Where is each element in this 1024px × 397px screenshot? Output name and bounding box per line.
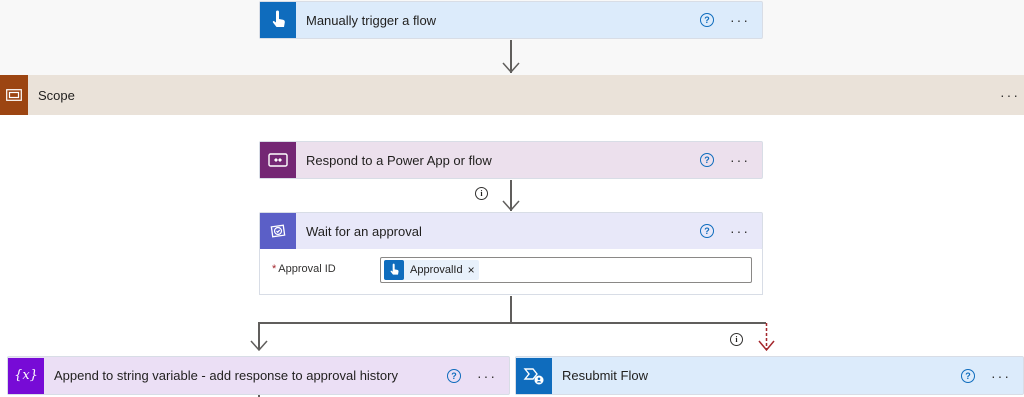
append-more-icon[interactable]: ··· (477, 369, 497, 383)
connector-arrow-icon (250, 340, 268, 352)
branch-line (258, 322, 511, 324)
approvals-icon (260, 213, 296, 249)
resubmit-card[interactable]: Resubmit Flow ? ··· (515, 356, 1024, 395)
scope-header[interactable]: Scope ··· (0, 75, 1024, 115)
info-icon[interactable]: i (730, 333, 743, 346)
resubmit-title: Resubmit Flow (562, 368, 648, 383)
required-mark: * (272, 263, 277, 275)
token-label: ApprovalId (410, 264, 463, 276)
wait-card[interactable]: Wait for an approval ? ··· (259, 212, 763, 250)
respond-card[interactable]: Respond to a Power App or flow ? ··· (259, 141, 763, 179)
approval-id-input[interactable]: ApprovalId × (380, 257, 752, 283)
touch-hand-icon (384, 260, 404, 280)
scope-title: Scope (38, 87, 75, 103)
trigger-title: Manually trigger a flow (306, 12, 437, 28)
flow-icon (516, 357, 552, 394)
append-title: Append to string variable - add response… (54, 368, 398, 383)
trigger-more-icon[interactable]: ··· (730, 13, 750, 27)
approval-id-token[interactable]: ApprovalId × (384, 260, 479, 280)
respond-more-icon[interactable]: ··· (730, 153, 750, 167)
scope-more-icon[interactable]: ··· (1000, 88, 1020, 102)
connector-arrow-icon (502, 62, 520, 74)
touch-hand-icon (260, 2, 296, 38)
wait-title: Wait for an approval (306, 223, 422, 239)
trigger-help-icon[interactable]: ? (700, 13, 714, 27)
trigger-card[interactable]: Manually trigger a flow ? ··· (259, 1, 763, 39)
info-icon[interactable]: i (475, 187, 488, 200)
wait-card-body: * Approval ID ApprovalId × (259, 249, 763, 295)
respond-title: Respond to a Power App or flow (306, 152, 492, 168)
branch-line (511, 322, 766, 324)
connector-arrow-icon (502, 200, 520, 212)
resubmit-more-icon[interactable]: ··· (991, 369, 1011, 383)
resubmit-help-icon[interactable]: ? (961, 368, 975, 383)
power-apps-icon (260, 142, 296, 178)
append-help-icon[interactable]: ? (447, 368, 461, 383)
run-after-dashed-line (758, 323, 775, 352)
variable-icon: {x} (8, 357, 44, 394)
token-remove-icon[interactable]: × (468, 263, 475, 277)
scope-icon (0, 75, 28, 115)
wait-more-icon[interactable]: ··· (730, 224, 750, 238)
connector-line (510, 296, 512, 323)
wait-help-icon[interactable]: ? (700, 224, 714, 238)
respond-help-icon[interactable]: ? (700, 153, 714, 167)
approval-id-label: * Approval ID (272, 263, 336, 275)
append-card[interactable]: {x} Append to string variable - add resp… (7, 356, 510, 395)
